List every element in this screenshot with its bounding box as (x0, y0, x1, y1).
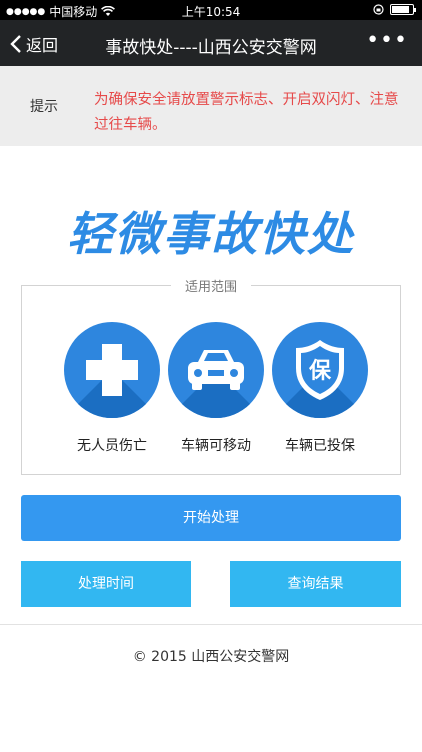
condition-vehicle-insured: 车辆已投保 (285, 438, 355, 454)
status-bar: ●●●●● 中国移动 上午10:54 (0, 0, 422, 20)
headline-banner: 轻微事故快处 (67, 207, 355, 261)
battery-icon (390, 4, 416, 15)
footer-divider (0, 624, 422, 625)
insurance-glyph: 保 (308, 359, 332, 384)
processing-time-button[interactable]: 处理时间 (21, 561, 191, 607)
nav-bar: 返回 事故快处----山西公安交警网 ••• (0, 20, 422, 66)
tip-text: 为确保安全请放置警示标志、开启双闪灯、注意过往车辆。 (94, 92, 399, 133)
more-options-button[interactable]: ••• (366, 28, 408, 53)
battery-fill (392, 6, 409, 13)
footer-copyright: © 2015 山西公安交警网 (132, 649, 290, 665)
orientation-lock-icon (373, 4, 384, 15)
scope-title: 适用范围 (170, 280, 251, 295)
insurance-shield-icon: 保 (272, 322, 368, 418)
clock: 上午10:54 (181, 5, 241, 19)
tip-banner: 提示 为确保安全请放置警示标志、开启双闪灯、注意过往车辆。 (0, 66, 422, 146)
condition-no-casualties: 无人员伤亡 (77, 438, 147, 454)
tip-label: 提示 (30, 99, 58, 115)
medical-cross-icon (64, 322, 160, 418)
car-icon (168, 322, 264, 418)
start-processing-button[interactable]: 开始处理 (21, 495, 401, 541)
page-title: 事故快处----山西公安交警网 (105, 38, 317, 58)
query-results-button[interactable]: 查询结果 (230, 561, 401, 607)
condition-vehicle-movable: 车辆可移动 (181, 438, 251, 454)
